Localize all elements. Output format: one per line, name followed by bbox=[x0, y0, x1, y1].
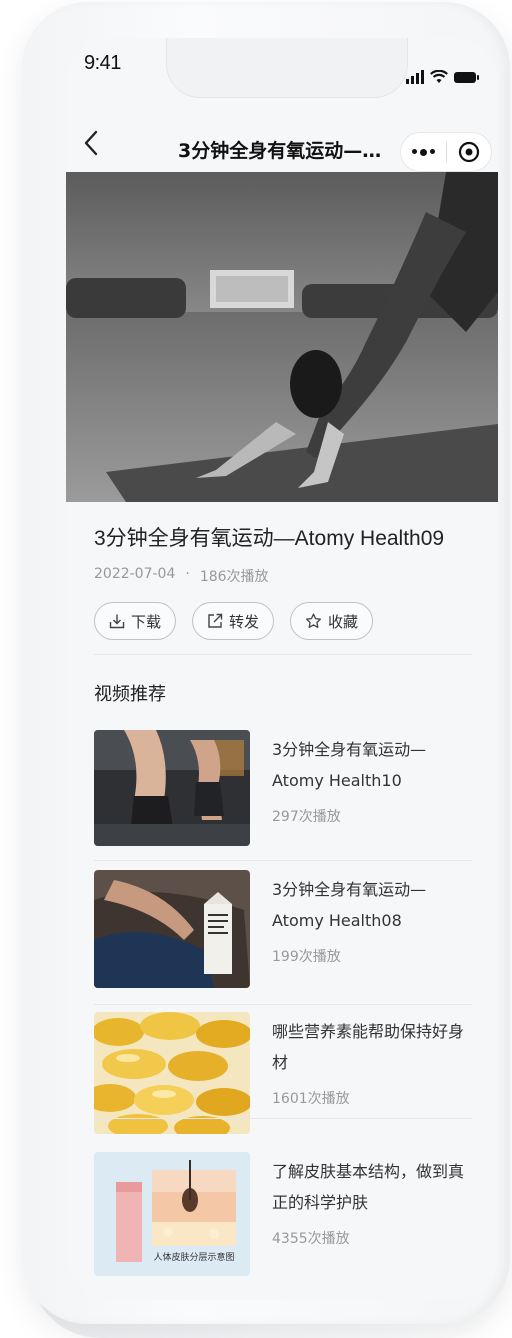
star-icon bbox=[305, 613, 322, 628]
download-button[interactable]: 下载 bbox=[94, 602, 177, 640]
recommendation-item[interactable]: 3分钟全身有氧运动—Atomy Health08 199次播放 bbox=[94, 870, 472, 1000]
recommendation-play-count: 297次播放 bbox=[272, 809, 341, 825]
recommendation-play-count: 199次播放 bbox=[272, 949, 341, 965]
recommendation-text: 哪些营养素能帮助保持好身材 1601次播放 bbox=[272, 1016, 472, 1108]
status-icons bbox=[406, 70, 479, 84]
navigation-bar: 3分钟全身有氧运动—Atomy Health09 bbox=[66, 118, 498, 172]
recommendation-title: 了解皮肤基本结构，做到真正的科学护肤 bbox=[272, 1162, 465, 1212]
wifi-icon bbox=[430, 70, 448, 83]
recommendation-text: 3分钟全身有氧运动—Atomy Health10 297次播放 bbox=[272, 734, 472, 826]
favorite-button[interactable]: 收藏 bbox=[290, 602, 374, 640]
share-label: 转发 bbox=[229, 612, 260, 631]
download-label: 下载 bbox=[131, 612, 162, 631]
recommendation-title: 3分钟全身有氧运动—Atomy Health08 bbox=[272, 880, 427, 930]
share-button[interactable]: 转发 bbox=[192, 602, 275, 640]
video-thumbnail[interactable] bbox=[94, 870, 250, 988]
section-title: 视频推荐 bbox=[94, 684, 166, 705]
page-title: 3分钟全身有氧运动—Atomy Health09 bbox=[178, 140, 394, 162]
favorite-label: 收藏 bbox=[328, 612, 359, 631]
divider bbox=[94, 860, 472, 861]
notch bbox=[166, 38, 408, 98]
share-icon bbox=[208, 613, 223, 628]
battery-icon bbox=[454, 71, 479, 83]
divider bbox=[94, 654, 472, 655]
status-time: 9:41 bbox=[84, 52, 121, 74]
signal-icon bbox=[406, 70, 424, 84]
recommendation-item[interactable]: 3分钟全身有氧运动—Atomy Health10 297次播放 bbox=[94, 730, 472, 860]
action-buttons: 下载 转发 收藏 bbox=[94, 602, 374, 640]
divider bbox=[94, 1004, 472, 1005]
recommendation-text: 3分钟全身有氧运动—Atomy Health08 199次播放 bbox=[272, 874, 472, 966]
download-icon bbox=[109, 614, 125, 629]
meta-separator: · bbox=[185, 566, 190, 582]
phone-screen: 9:41 3分钟全身有氧运动—Atomy Health09 bbox=[66, 38, 498, 1300]
video-title: 3分钟全身有氧运动—Atomy Health09 bbox=[94, 527, 445, 550]
thumbnail-caption: 人体皮肤分层示意图 bbox=[153, 1251, 234, 1263]
recommendation-item[interactable]: 人体皮肤分层示意图 了解皮肤基本结构，做到真正的科学护肤 4355次播放 bbox=[94, 1152, 472, 1282]
miniprogram-capsule bbox=[400, 132, 492, 172]
video-date: 2022-07-04 bbox=[94, 566, 176, 582]
close-miniprogram-icon[interactable] bbox=[447, 141, 491, 163]
recommendation-title: 3分钟全身有氧运动—Atomy Health10 bbox=[272, 740, 427, 790]
more-icon[interactable] bbox=[401, 148, 446, 156]
video-thumbnail[interactable] bbox=[94, 1012, 250, 1134]
recommendation-text: 了解皮肤基本结构，做到真正的科学护肤 4355次播放 bbox=[272, 1156, 472, 1248]
back-arrow-icon[interactable] bbox=[80, 128, 104, 158]
video-thumbnail[interactable] bbox=[94, 730, 250, 846]
divider bbox=[94, 1118, 472, 1119]
recommendation-play-count: 4355次播放 bbox=[272, 1231, 350, 1247]
video-meta: 2022-07-04 · 186次播放 bbox=[94, 566, 269, 586]
recommendation-title: 哪些营养素能帮助保持好身材 bbox=[272, 1022, 465, 1072]
recommendation-play-count: 1601次播放 bbox=[272, 1091, 350, 1107]
video-play-count: 186次播放 bbox=[199, 569, 269, 585]
video-player[interactable] bbox=[66, 172, 498, 502]
recommendation-item[interactable]: 哪些营养素能帮助保持好身材 1601次播放 bbox=[94, 1012, 472, 1142]
video-thumbnail[interactable]: 人体皮肤分层示意图 bbox=[94, 1152, 250, 1276]
